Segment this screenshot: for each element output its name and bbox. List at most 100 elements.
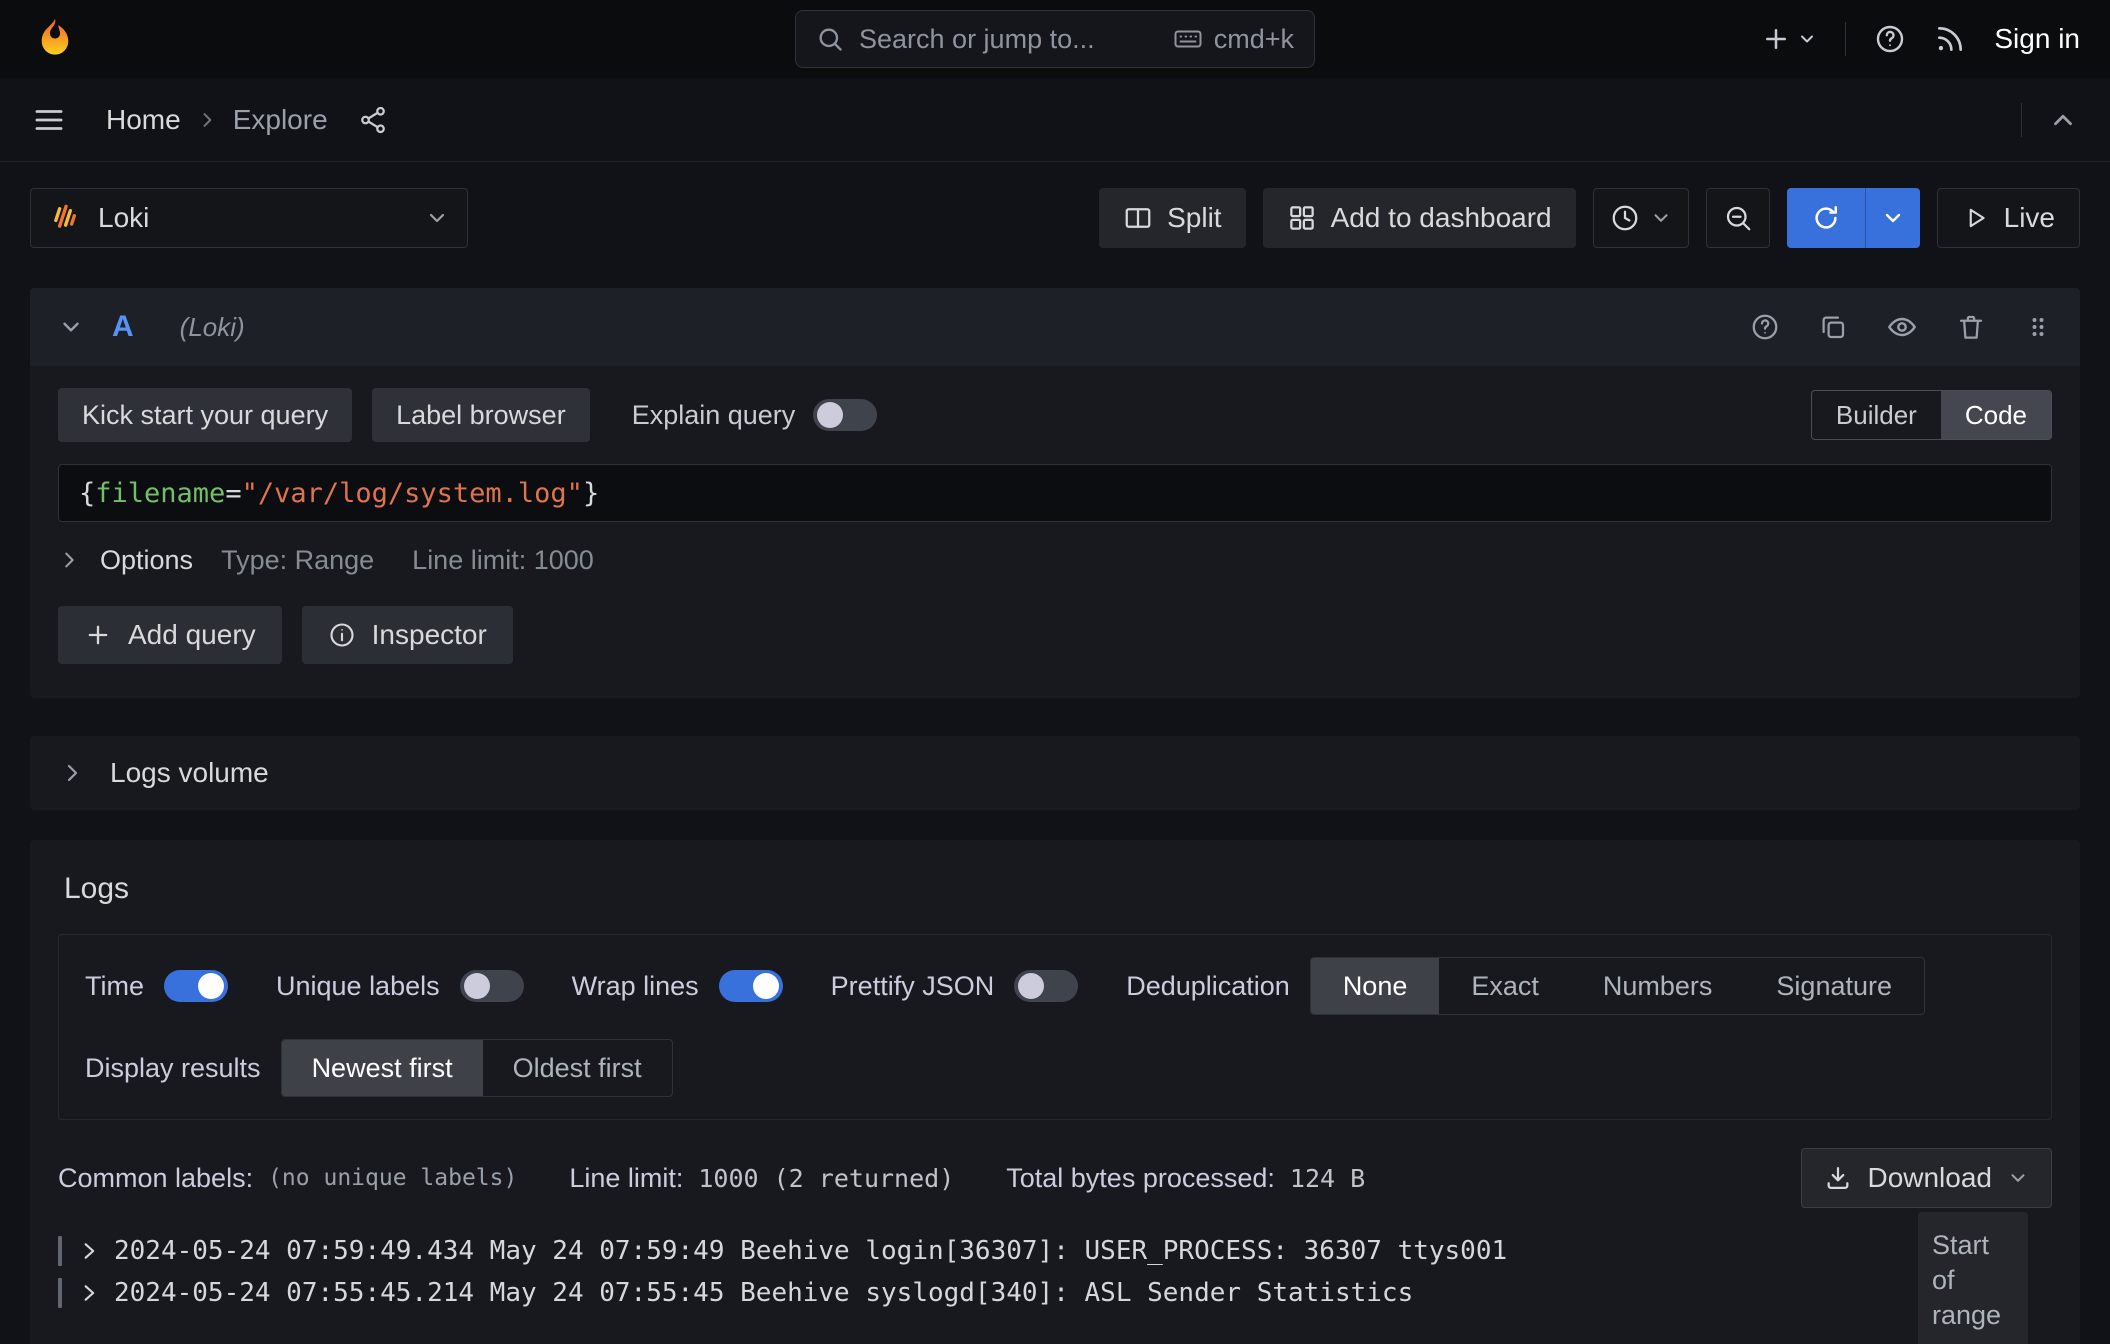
chevron-down-icon (425, 206, 449, 230)
logs-volume-section[interactable]: Logs volume (30, 736, 2080, 810)
wrap-lines-toggle[interactable] (719, 970, 783, 1002)
drag-handle-icon[interactable] (2024, 313, 2052, 341)
loki-query-expression: {filename="/var/log/system.log"} (79, 478, 599, 509)
sign-in-link[interactable]: Sign in (1994, 23, 2080, 55)
query-options-row[interactable]: Options Type: Range Line limit: 1000 (58, 522, 2052, 598)
play-icon (1962, 204, 1990, 232)
hide-query-eye-icon[interactable] (1886, 311, 1918, 343)
options-label: Options (100, 545, 193, 576)
log-row[interactable]: 2024-05-24 07:55:45.214 May 24 07:55:45 … (58, 1272, 2052, 1314)
code-mode-button[interactable]: Code (1941, 391, 2051, 439)
news-rss-icon[interactable] (1934, 23, 1966, 55)
label-browser-button[interactable]: Label browser (372, 388, 590, 442)
split-icon (1123, 203, 1153, 233)
chevron-right-icon (60, 761, 84, 785)
explain-query-toggle[interactable] (813, 399, 877, 431)
chevron-right-icon[interactable] (79, 1283, 99, 1303)
query-string-value: "/var/log/system.log" (242, 478, 583, 509)
inspector-button[interactable]: Inspector (302, 606, 513, 664)
log-row[interactable]: 2024-05-24 07:59:49.434 May 24 07:59:49 … (58, 1230, 2052, 1272)
dedup-option-signature[interactable]: Signature (1744, 958, 1924, 1014)
query-editor-panel: A (Loki) (30, 288, 2080, 698)
options-line-limit-summary: Line limit: 1000 (412, 545, 594, 576)
start-of-range-marker[interactable]: Start of range (1918, 1212, 2028, 1344)
live-button[interactable]: Live (1937, 188, 2080, 248)
chevron-down-icon (1650, 207, 1672, 229)
time-label: Time (85, 971, 144, 1002)
menu-hamburger-icon[interactable] (32, 103, 66, 137)
remove-query-trash-icon[interactable] (1956, 312, 1986, 342)
new-menu-button[interactable] (1761, 24, 1817, 54)
share-icon[interactable] (358, 105, 388, 135)
logs-meta-row: Common labels: (no unique labels) Line l… (58, 1148, 2052, 1208)
explore-toolbar: Loki Split (0, 188, 2110, 248)
query-label-name: filename (95, 478, 225, 509)
dashboard-grid-icon (1287, 203, 1317, 233)
kick-start-query-button[interactable]: Kick start your query (58, 388, 352, 442)
add-to-dashboard-button[interactable]: Add to dashboard (1263, 188, 1576, 248)
plus-icon (1761, 24, 1791, 54)
total-bytes-label: Total bytes processed: (1006, 1163, 1275, 1194)
run-query-button[interactable] (1787, 188, 1865, 248)
unique-labels-toggle[interactable] (460, 970, 524, 1002)
search-box[interactable]: Search or jump to... cmd+k (795, 10, 1315, 68)
query-ref-id[interactable]: A (112, 310, 134, 344)
options-type-summary: Type: Range (221, 545, 374, 576)
time-range-picker[interactable] (1593, 188, 1689, 248)
search-placeholder: Search or jump to... (859, 24, 1095, 55)
chevron-down-icon[interactable] (58, 314, 84, 340)
query-equals: = (225, 478, 241, 509)
line-limit-value: 1000 (2 returned) (698, 1164, 954, 1193)
prettify-json-toggle[interactable] (1014, 970, 1078, 1002)
grafana-logo-icon[interactable] (30, 14, 80, 64)
explain-query-label: Explain query (632, 400, 796, 431)
chevron-down-icon (1797, 29, 1817, 49)
query-help-icon[interactable] (1750, 312, 1780, 342)
inspector-label: Inspector (372, 619, 487, 651)
help-icon[interactable] (1874, 23, 1906, 55)
breadcrumb-home[interactable]: Home (106, 104, 181, 136)
unique-labels-label: Unique labels (276, 971, 440, 1002)
clock-icon (1610, 203, 1640, 233)
datasource-picker[interactable]: Loki (30, 188, 468, 248)
split-button[interactable]: Split (1099, 188, 1245, 248)
zoom-out-button[interactable] (1706, 188, 1770, 248)
query-row-header: A (Loki) (30, 288, 2080, 366)
chevron-down-icon (2007, 1167, 2029, 1189)
keyboard-icon (1173, 24, 1203, 54)
deduplication-label: Deduplication (1126, 971, 1290, 1002)
download-label: Download (1867, 1162, 1992, 1194)
query-code-input[interactable]: {filename="/var/log/system.log"} (58, 464, 2052, 522)
duplicate-query-icon[interactable] (1818, 312, 1848, 342)
log-rows: 2024-05-24 07:59:49.434 May 24 07:59:49 … (58, 1230, 2052, 1314)
breadcrumb-divider (2021, 103, 2022, 137)
log-line: 2024-05-24 07:59:49.434 May 24 07:59:49 … (114, 1236, 1507, 1266)
collapse-top-icon[interactable] (2048, 105, 2078, 135)
query-close-brace: } (583, 478, 599, 509)
common-labels-label: Common labels: (58, 1163, 253, 1194)
common-labels-value: (no unique labels) (268, 1165, 517, 1191)
log-level-bar (58, 1236, 62, 1266)
info-circle-icon (328, 621, 356, 649)
newest-first-option[interactable]: Newest first (282, 1040, 483, 1096)
dedup-option-none[interactable]: None (1311, 958, 1440, 1014)
prettify-json-label: Prettify JSON (831, 971, 995, 1002)
download-button[interactable]: Download (1801, 1148, 2052, 1208)
display-results-label: Display results (85, 1053, 261, 1084)
run-query-split-button (1787, 188, 1920, 248)
sort-order-group: Newest first Oldest first (281, 1039, 673, 1097)
search-icon (816, 25, 844, 53)
editor-mode-group: Builder Code (1811, 390, 2052, 440)
deduplication-group: None Exact Numbers Signature (1310, 957, 1925, 1015)
query-footer: Add query Inspector (30, 598, 2080, 698)
query-datasource-hint: (Loki) (180, 312, 245, 343)
dedup-option-exact[interactable]: Exact (1439, 958, 1571, 1014)
dedup-option-numbers[interactable]: Numbers (1571, 958, 1745, 1014)
add-query-button[interactable]: Add query (58, 606, 282, 664)
total-bytes-value: 124 B (1290, 1164, 1365, 1193)
oldest-first-option[interactable]: Oldest first (483, 1040, 672, 1096)
chevron-right-icon[interactable] (79, 1241, 99, 1261)
run-query-interval-dropdown[interactable] (1865, 188, 1920, 248)
time-toggle[interactable] (164, 970, 228, 1002)
builder-mode-button[interactable]: Builder (1812, 391, 1941, 439)
